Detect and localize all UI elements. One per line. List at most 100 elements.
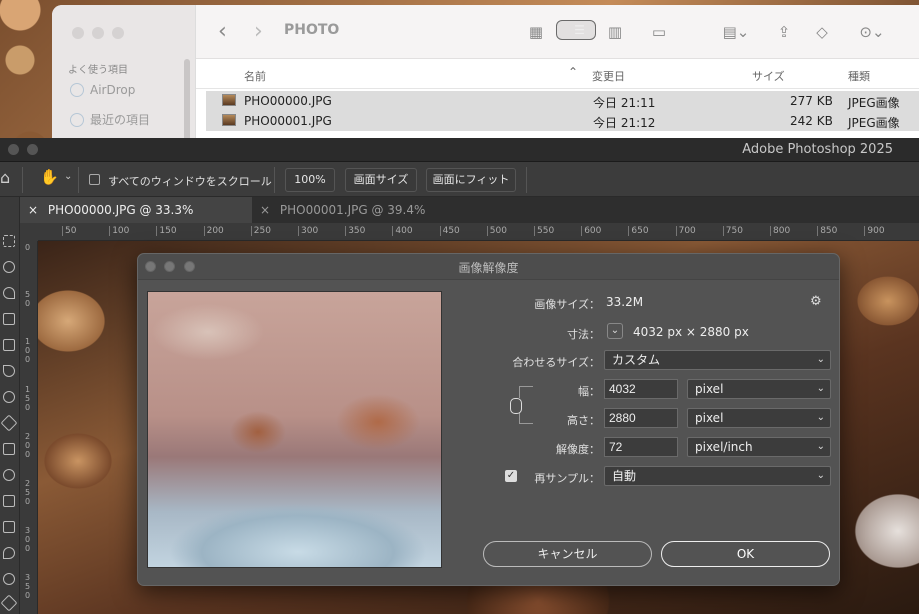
ruler-tick-label: 0 [25,243,31,252]
icon-view-icon[interactable]: ▦ [522,20,550,44]
brush-tool-icon[interactable] [0,414,18,432]
marquee-tool-icon[interactable] [3,235,15,247]
ruler-tick-label: 250 [250,226,271,236]
group-menu-icon[interactable]: ▤⌄ [716,20,756,44]
eyedropper-tool-icon[interactable] [3,365,15,377]
ruler-corner [20,223,38,241]
resample-checkbox[interactable]: ✓ [505,470,517,482]
jpeg-file-icon [222,94,236,106]
ruler-tick-label: 150 [25,384,31,412]
more-actions-icon[interactable]: ⊙⌄ [852,20,892,44]
sort-ascending-icon[interactable]: ⌃ [568,65,578,79]
height-unit-value: pixel [695,411,724,425]
fit-to-label: 合わせるサイズ： [512,356,600,369]
sidebar-scrollbar[interactable] [184,59,190,145]
column-kind[interactable]: 種類 [848,68,870,84]
share-icon[interactable]: ⇪ [770,20,798,44]
ok-button[interactable]: OK [661,541,830,567]
height-label: 高さ： [567,414,600,427]
sidebar-item-label: 最近の項目 [90,113,151,127]
ruler-tick-label: 300 [298,226,318,236]
frame-tool-icon[interactable] [3,339,15,351]
pen-tool-icon[interactable] [0,594,18,612]
home-icon[interactable]: ⌂ [0,168,10,187]
height-unit-select[interactable]: pixel ⌄ [687,408,831,428]
tab-document-1[interactable]: × PHO00000.JPG @ 33.3% (RGB/8#) [20,197,252,243]
hand-tool-icon[interactable]: ✋ [40,168,59,186]
back-button[interactable]: ‹ [218,19,227,44]
close-window-button[interactable] [72,27,84,39]
column-name[interactable]: 名前 [244,68,266,84]
image-preview[interactable] [147,291,442,568]
divider [22,167,23,193]
dimensions-value: 4032 px × 2880 px [633,325,749,339]
vertical-ruler: 0 50 100 150 200 250 300 350 [20,241,38,614]
eraser-tool-icon[interactable] [3,495,15,507]
chevron-down-icon[interactable]: ⌄ [64,171,72,182]
folder-title: PHOTO [284,22,340,38]
resample-select[interactable]: 自動 ⌄ [604,466,831,486]
close-window-button[interactable] [8,144,19,155]
gallery-view-icon[interactable]: ▭ [644,20,674,44]
minimize-window-button[interactable] [27,144,38,155]
ruler-tick-label: 200 [25,431,31,459]
resolution-label: 解像度： [556,443,600,456]
file-modified: 今日 21:11 [593,96,656,110]
clone-stamp-tool-icon[interactable] [3,443,15,455]
ruler-tick-label: 100 [25,337,31,365]
scroll-all-checkbox[interactable] [89,174,100,185]
resolution-input[interactable]: 72 [604,437,678,457]
fit-to-select[interactable]: カスタム ⌄ [604,350,831,370]
quick-select-tool-icon[interactable] [3,287,15,299]
file-row[interactable]: PHO00001.JPG 今日 21:12 242 KB JPEG画像 [206,111,919,131]
photoshop-titlebar: Adobe Photoshop 2025 [0,138,919,162]
finder-content: ‹ › PHOTO ▦ ☰ ▥ ▭ ▤⌄ ⇪ ◇ ⊙⌄ 名前 ⌃ 変更日 サイズ… [196,5,919,145]
width-label: 幅： [578,385,600,398]
ruler-tick-label: 850 [817,226,837,236]
column-view-icon[interactable]: ▥ [600,20,630,44]
chevron-down-icon[interactable]: ⌄ [607,323,623,339]
ruler-tick-label: 350 [25,573,31,601]
lasso-tool-icon[interactable] [3,261,15,273]
airdrop-icon [70,83,84,97]
crop-tool-icon[interactable] [3,313,15,325]
tag-icon[interactable]: ◇ [808,20,836,44]
close-icon[interactable]: × [260,203,270,217]
file-row[interactable]: PHO00000.JPG 今日 21:11 277 KB JPEG画像 [206,91,919,111]
sidebar-item-airdrop[interactable]: AirDrop [70,83,135,97]
ruler-tick-label: 150 [156,226,177,236]
close-icon[interactable]: × [28,203,38,217]
history-brush-tool-icon[interactable] [3,469,15,481]
app-title: Adobe Photoshop 2025 [742,142,893,157]
ruler-tick-label: 400 [392,226,413,236]
file-kind: JPEG画像 [848,116,900,130]
gradient-tool-icon[interactable] [3,521,15,533]
options-bar: ⌂ ✋ ⌄ すべてのウィンドウをスクロール 100% 画面サイズ 画面にフィット [0,162,919,197]
screen-size-button[interactable]: 画面サイズ [345,168,417,192]
chevron-down-icon: ⌄ [816,412,825,423]
dialog-titlebar: 画像解像度 [138,254,839,280]
tab-document-2[interactable]: × PHO00001.JPG @ 39.4% (RGB/8#) [252,197,482,243]
gear-icon[interactable]: ⚙ [810,294,822,309]
healing-brush-tool-icon[interactable] [3,391,15,403]
zoom-window-button[interactable] [112,27,124,39]
dodge-tool-icon[interactable] [3,573,15,585]
zoom-100-button[interactable]: 100% [285,168,335,192]
image-size-value: 33.2M [606,295,644,309]
cancel-button[interactable]: キャンセル [483,541,652,567]
width-unit-select[interactable]: pixel ⌄ [687,379,831,399]
jpeg-file-icon [222,114,236,126]
forward-button[interactable]: › [254,19,263,44]
blur-tool-icon[interactable] [3,547,15,559]
width-input[interactable]: 4032 [604,379,678,399]
finder-toolbar: ‹ › PHOTO ▦ ☰ ▥ ▭ ▤⌄ ⇪ ◇ ⊙⌄ [196,5,919,59]
fit-screen-button[interactable]: 画面にフィット [426,168,516,192]
column-modified[interactable]: 変更日 [592,68,625,84]
list-view-icon[interactable]: ☰ [556,20,596,40]
height-input[interactable]: 2880 [604,408,678,428]
resolution-unit-select[interactable]: pixel/inch ⌄ [687,437,831,457]
column-size[interactable]: サイズ [752,68,785,84]
minimize-window-button[interactable] [92,27,104,39]
ruler-tick-label: 300 [25,526,31,554]
sidebar-item-recents[interactable]: 最近の項目 [70,111,150,128]
